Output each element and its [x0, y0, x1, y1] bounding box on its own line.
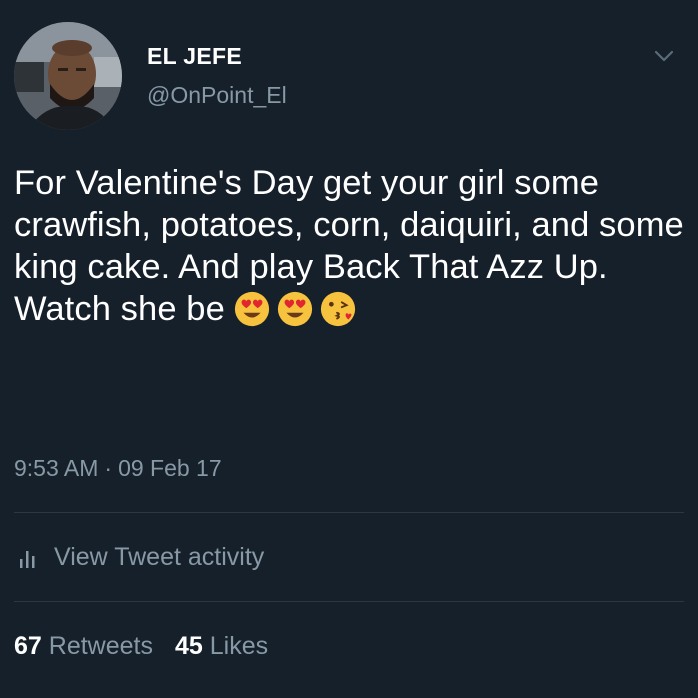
retweets-label: Retweets: [48, 632, 153, 660]
divider-bottom: [14, 601, 684, 602]
retweets-stat[interactable]: 67 Retweets: [14, 632, 153, 660]
timestamp-separator: ·: [104, 455, 113, 481]
author-avatar[interactable]: [14, 22, 122, 130]
tweet-body: For Valentine's Day get your girl some c…: [14, 162, 684, 330]
bar-chart-icon: [20, 550, 35, 568]
chevron-down-icon[interactable]: [652, 44, 676, 68]
heart-eyes-emoji-icon: [234, 291, 269, 327]
likes-stat[interactable]: 45 Likes: [175, 632, 268, 660]
tweet-card: EL JEFE @OnPoint_El For Valentine's Day …: [0, 0, 698, 698]
author-handle[interactable]: @OnPoint_El: [147, 82, 287, 109]
timestamp-date: 09 Feb 17: [118, 455, 222, 481]
tweet-timestamp[interactable]: 9:53 AM · 09 Feb 17: [14, 455, 222, 482]
author-display-name[interactable]: EL JEFE: [147, 43, 242, 70]
heart-eyes-emoji-icon: [277, 291, 312, 327]
kiss-emoji-icon: [320, 291, 355, 327]
likes-label: Likes: [209, 632, 269, 660]
emoji-group: [233, 290, 357, 328]
tweet-stats: 67 Retweets 45 Likes: [14, 632, 268, 661]
timestamp-time: 9:53 AM: [14, 455, 99, 481]
likes-count: 45: [174, 632, 203, 660]
view-tweet-activity-link[interactable]: View Tweet activity: [14, 543, 264, 572]
profile-photo-icon: [14, 22, 122, 130]
activity-label: View Tweet activity: [54, 543, 265, 571]
divider-top: [14, 512, 684, 513]
retweets-count: 67: [14, 632, 42, 660]
